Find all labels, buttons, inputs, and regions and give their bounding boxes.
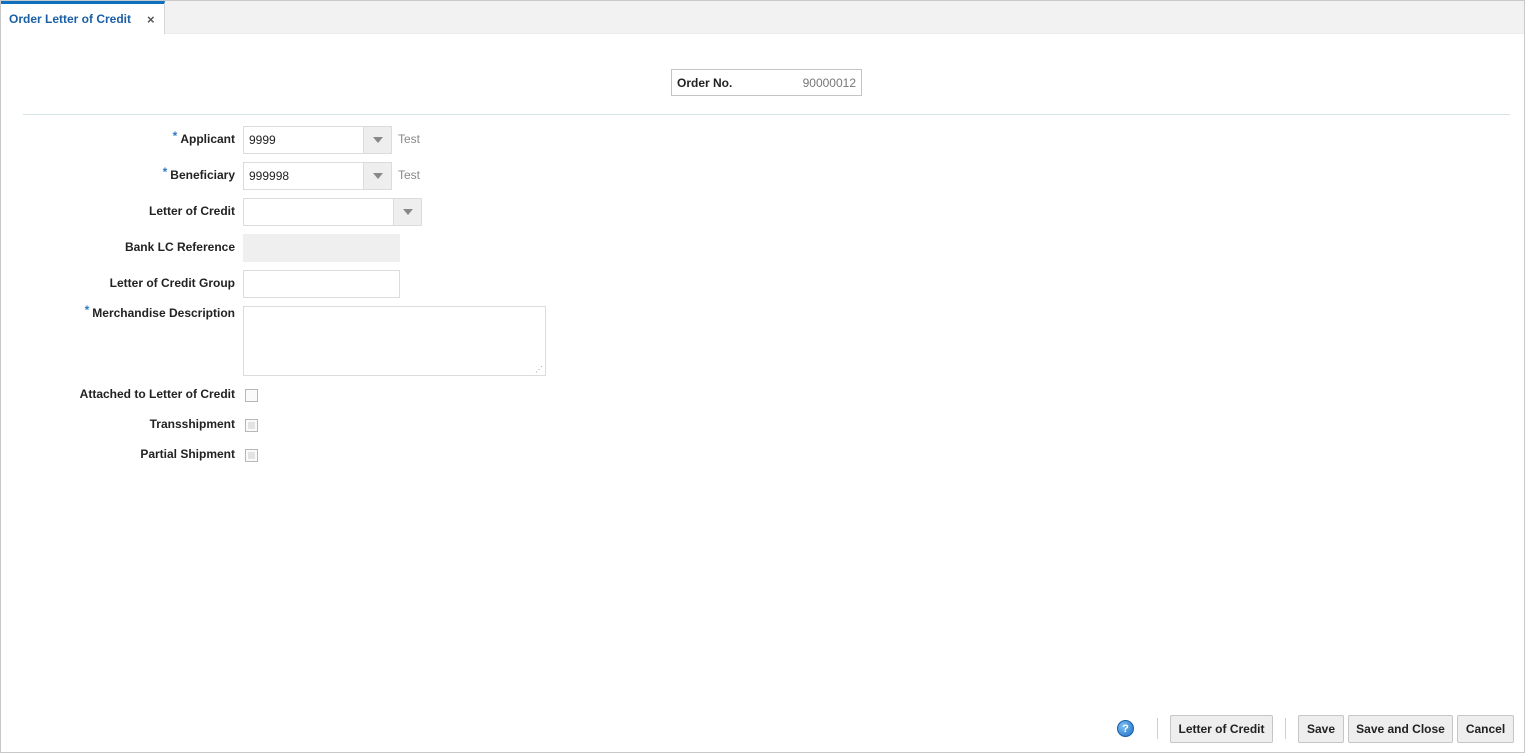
letter-of-credit-button[interactable]: Letter of Credit (1170, 715, 1273, 743)
tab-bar: Order Letter of Credit × (1, 1, 1524, 34)
order-number-label: Order No. (677, 75, 733, 90)
applicant-dropdown-button[interactable] (363, 127, 391, 153)
beneficiary-input[interactable]: 999998 (244, 169, 363, 183)
resize-grip-icon[interactable]: ⋰ (535, 366, 543, 374)
letter-of-credit-combobox[interactable] (243, 198, 422, 226)
chevron-down-icon (402, 209, 413, 215)
applicant-combobox[interactable]: 9999 (243, 126, 392, 154)
beneficiary-description: Test (398, 168, 421, 182)
applicant-description: Test (398, 132, 421, 146)
close-icon[interactable]: × (147, 12, 155, 27)
transshipment-checkbox[interactable] (245, 419, 258, 432)
required-indicator: * (172, 129, 178, 143)
help-icon[interactable]: ? (1117, 720, 1134, 737)
letter-of-credit-label: Letter of Credit (148, 204, 235, 218)
attached-to-lc-label: Attached to Letter of Credit (79, 387, 235, 401)
chevron-down-icon (372, 137, 383, 143)
applicant-input[interactable]: 9999 (244, 133, 363, 147)
transshipment-label: Transshipment (149, 417, 235, 431)
lc-group-input[interactable] (243, 270, 400, 298)
bank-lc-reference-label: Bank LC Reference (124, 240, 235, 254)
merchandise-description-label-text: Merchandise Description (92, 306, 235, 320)
partial-shipment-checkbox[interactable] (245, 449, 258, 462)
tab-order-letter-of-credit[interactable]: Order Letter of Credit × (1, 1, 165, 34)
order-letter-of-credit-window: Order Letter of Credit × Order No. 90000… (0, 0, 1525, 753)
applicant-label: * Applicant (172, 129, 235, 146)
toolbar-separator (1285, 718, 1286, 739)
attached-to-lc-checkbox[interactable] (245, 389, 258, 402)
bank-lc-reference-field (243, 234, 400, 262)
merchandise-description-textarea[interactable]: ⋰ (243, 306, 546, 376)
merchandise-description-label: * Merchandise Description (84, 303, 235, 320)
header-separator (23, 114, 1510, 115)
beneficiary-label: * Beneficiary (162, 165, 235, 182)
applicant-label-text: Applicant (180, 132, 235, 146)
order-number-value: 90000012 (802, 75, 856, 90)
beneficiary-combobox[interactable]: 999998 (243, 162, 392, 190)
order-number-box: Order No. 90000012 (671, 69, 862, 96)
save-button[interactable]: Save (1298, 715, 1344, 743)
toolbar-separator (1157, 718, 1158, 739)
required-indicator: * (84, 303, 90, 317)
lc-group-label: Letter of Credit Group (109, 276, 235, 290)
beneficiary-label-text: Beneficiary (170, 168, 235, 182)
partial-shipment-label: Partial Shipment (140, 447, 235, 461)
cancel-button[interactable]: Cancel (1457, 715, 1514, 743)
beneficiary-dropdown-button[interactable] (363, 163, 391, 189)
letter-of-credit-dropdown-button[interactable] (393, 199, 421, 225)
save-and-close-button[interactable]: Save and Close (1348, 715, 1453, 743)
chevron-down-icon (372, 173, 383, 179)
required-indicator: * (162, 165, 168, 179)
tab-label: Order Letter of Credit (9, 12, 132, 26)
